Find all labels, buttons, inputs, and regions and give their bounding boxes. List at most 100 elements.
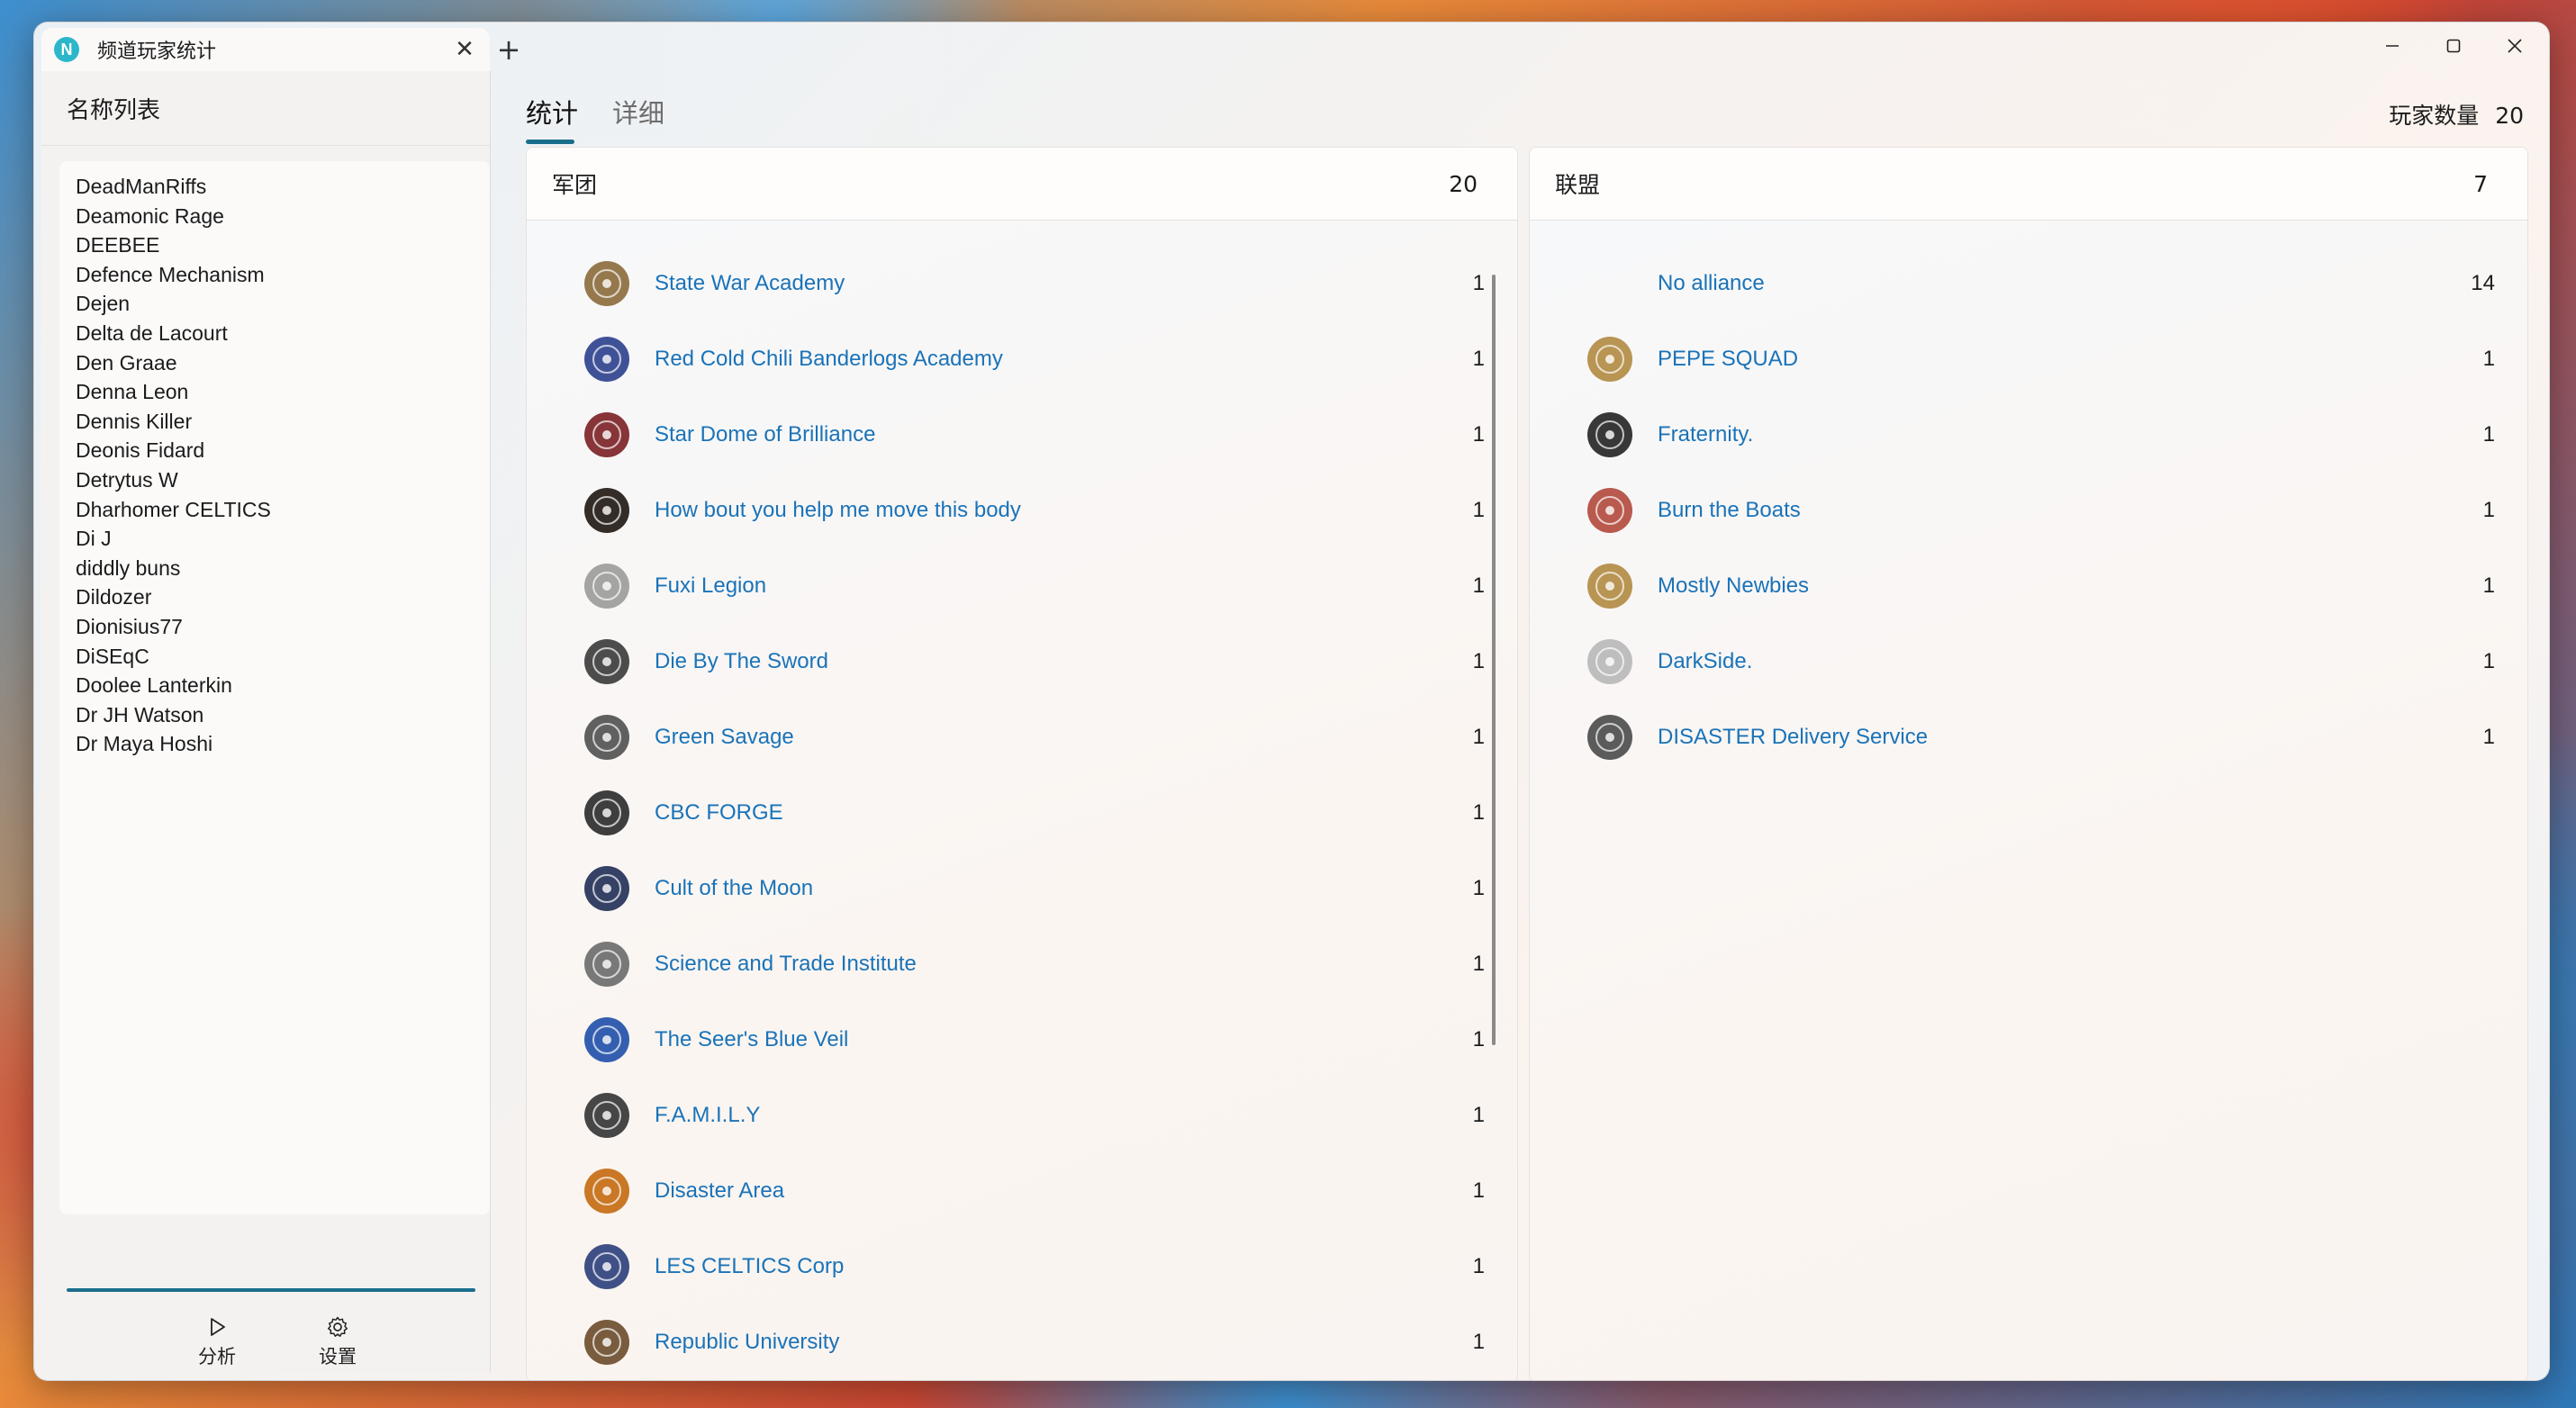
table-row[interactable]: The Seer's Blue Veil 1 xyxy=(527,1002,1517,1078)
new-tab-button[interactable]: + xyxy=(490,32,528,68)
list-item[interactable]: diddly buns xyxy=(59,554,490,583)
row-name-link[interactable]: Green Savage xyxy=(655,725,1473,750)
gear-icon xyxy=(327,1316,348,1337)
table-row[interactable]: DISASTER Delivery Service 1 xyxy=(1530,699,2527,775)
play-icon xyxy=(211,1318,225,1336)
row-name-link[interactable]: Star Dome of Brilliance xyxy=(655,422,1473,447)
row-name-link[interactable]: State War Academy xyxy=(655,271,1473,296)
table-row[interactable]: Fraternity. 1 xyxy=(1530,397,2527,473)
row-count: 1 xyxy=(1472,649,1485,673)
row-name-link[interactable]: Fuxi Legion xyxy=(655,573,1473,599)
row-name-link[interactable]: How bout you help me move this body xyxy=(655,498,1473,523)
table-row[interactable]: Green Savage 1 xyxy=(527,699,1517,775)
row-name-link[interactable]: Republic University xyxy=(655,1330,1473,1355)
row-name-link[interactable]: Red Cold Chili Banderlogs Academy xyxy=(655,347,1473,372)
list-item[interactable]: DiSEqC xyxy=(59,642,490,672)
table-row[interactable]: Disaster Area 1 xyxy=(527,1153,1517,1229)
table-row[interactable]: Republic University 1 xyxy=(527,1304,1517,1380)
table-row[interactable]: How bout you help me move this body 1 xyxy=(527,473,1517,548)
row-count: 1 xyxy=(1472,1178,1485,1203)
row-name-link[interactable]: PEPE SQUAD xyxy=(1658,347,2483,372)
alliance-header: 联盟 7 xyxy=(1530,148,2527,221)
row-name-link[interactable]: Fraternity. xyxy=(1658,422,2483,447)
name-list[interactable]: DeadManRiffs Deamonic Rage DEEBEE Defenc… xyxy=(59,161,490,1214)
tab-statistics[interactable]: 统计 xyxy=(526,93,578,131)
player-count-value: 20 xyxy=(2495,103,2524,129)
row-name-link[interactable]: Science and Trade Institute xyxy=(655,952,1473,977)
table-row[interactable]: Mostly Newbies 1 xyxy=(1530,548,2527,624)
maximize-button[interactable] xyxy=(2423,28,2484,64)
close-icon xyxy=(2508,39,2522,53)
row-name-link[interactable]: LES CELTICS Corp xyxy=(655,1254,1473,1279)
list-item[interactable]: Deonis Fidard xyxy=(59,436,490,465)
row-name-link[interactable]: Die By The Sword xyxy=(655,649,1473,674)
table-row[interactable]: Star Dome of Brilliance 1 xyxy=(527,397,1517,473)
table-row[interactable]: CBC FORGE 1 xyxy=(527,775,1517,851)
list-item[interactable]: Dharhomer CELTICS xyxy=(59,495,490,525)
list-item[interactable]: Di J xyxy=(59,524,490,554)
table-row[interactable]: Science and Trade Institute 1 xyxy=(527,926,1517,1002)
row-name-link[interactable]: Burn the Boats xyxy=(1658,498,2483,523)
row-count: 1 xyxy=(1472,876,1485,900)
table-row[interactable]: Cult of the Moon 1 xyxy=(527,851,1517,926)
app-window: N 频道玩家统计 ✕ + 名称列表 DeadManRiffs Deamonic … xyxy=(33,22,2550,1381)
analyze-button[interactable]: 分析 xyxy=(176,1304,258,1367)
list-item[interactable]: DeadManRiffs xyxy=(59,172,490,202)
row-name-link[interactable]: DISASTER Delivery Service xyxy=(1658,725,2483,750)
list-item[interactable]: Denna Leon xyxy=(59,377,490,407)
institute-emblem-icon xyxy=(581,938,633,990)
row-count: 1 xyxy=(1472,952,1485,976)
table-row[interactable]: PEPE SQUAD 1 xyxy=(1530,321,2527,397)
row-name-link[interactable]: Mostly Newbies xyxy=(1658,573,2483,599)
table-row[interactable]: Fuxi Legion 1 xyxy=(527,548,1517,624)
table-row[interactable]: DarkSide. 1 xyxy=(1530,624,2527,699)
list-item[interactable]: Den Graae xyxy=(59,348,490,378)
list-item[interactable]: Deamonic Rage xyxy=(59,202,490,231)
corporation-list[interactable]: State War Academy 1 Red Cold Chili Banderl… xyxy=(527,221,1517,1380)
table-row[interactable]: Burn the Boats 1 xyxy=(1530,473,2527,548)
list-item[interactable]: Delta de Lacourt xyxy=(59,319,490,348)
tab-title: 频道玩家统计 xyxy=(97,41,217,63)
cross-emblem-icon xyxy=(581,1241,633,1293)
row-name-link[interactable]: DarkSide. xyxy=(1658,649,2483,674)
table-row[interactable]: No alliance 14 xyxy=(1530,246,2527,321)
list-item[interactable]: Dennis Killer xyxy=(59,407,490,437)
list-item[interactable]: DEEBEE xyxy=(59,230,490,260)
list-item[interactable]: Dr JH Watson xyxy=(59,700,490,730)
list-item[interactable]: Doolee Lanterkin xyxy=(59,671,490,700)
list-item[interactable]: Dr Maya Hoshi xyxy=(59,729,490,759)
star-emblem-icon xyxy=(1584,560,1636,612)
minimize-button[interactable] xyxy=(2362,28,2423,64)
row-count: 14 xyxy=(2471,271,2495,295)
settings-button[interactable]: 设置 xyxy=(297,1304,378,1367)
active-tab-indicator xyxy=(526,140,574,144)
alliance-title: 联盟 xyxy=(1555,172,1601,198)
table-row[interactable]: LES CELTICS Corp 1 xyxy=(527,1229,1517,1304)
table-row[interactable]: F.A.M.I.L.Y 1 xyxy=(527,1078,1517,1153)
player-count-label: 玩家数量 xyxy=(2389,103,2480,129)
minimize-icon xyxy=(2386,45,2399,47)
close-window-button[interactable] xyxy=(2484,28,2545,64)
table-row[interactable]: Die By The Sword 1 xyxy=(527,624,1517,699)
browser-tab[interactable]: N 频道玩家统计 ✕ xyxy=(41,28,490,71)
row-name-link[interactable]: Disaster Area xyxy=(655,1178,1473,1204)
list-item[interactable]: Defence Mechanism xyxy=(59,260,490,290)
list-item[interactable]: Dildozer xyxy=(59,582,490,612)
alliance-list[interactable]: No alliance 14 PEPE SQUAD 1 Fraternity. 1 Burn… xyxy=(1530,221,2527,1380)
list-item[interactable]: Dionisius77 xyxy=(59,612,490,642)
row-name-link[interactable]: No alliance xyxy=(1658,271,2471,296)
list-item[interactable]: Dejen xyxy=(59,289,490,319)
row-name-link[interactable]: Cult of the Moon xyxy=(655,876,1473,901)
table-row[interactable]: Red Cold Chili Banderlogs Academy 1 xyxy=(527,321,1517,397)
title-bar: N 频道玩家统计 ✕ + xyxy=(34,23,2549,71)
table-row[interactable]: State War Academy 1 xyxy=(527,246,1517,321)
corporation-title: 军团 xyxy=(552,172,598,198)
row-name-link[interactable]: CBC FORGE xyxy=(655,800,1473,826)
close-tab-icon[interactable]: ✕ xyxy=(447,36,483,63)
creature-emblem-icon xyxy=(581,560,633,612)
row-name-link[interactable]: F.A.M.I.L.Y xyxy=(655,1103,1473,1128)
tab-details[interactable]: 详细 xyxy=(612,93,664,131)
list-item[interactable]: Detrytus W xyxy=(59,465,490,495)
alliance-panel: 联盟 7 No alliance 14 PEPE SQUAD 1 Fraternity.… xyxy=(1529,147,2528,1380)
row-name-link[interactable]: The Seer's Blue Veil xyxy=(655,1027,1473,1052)
